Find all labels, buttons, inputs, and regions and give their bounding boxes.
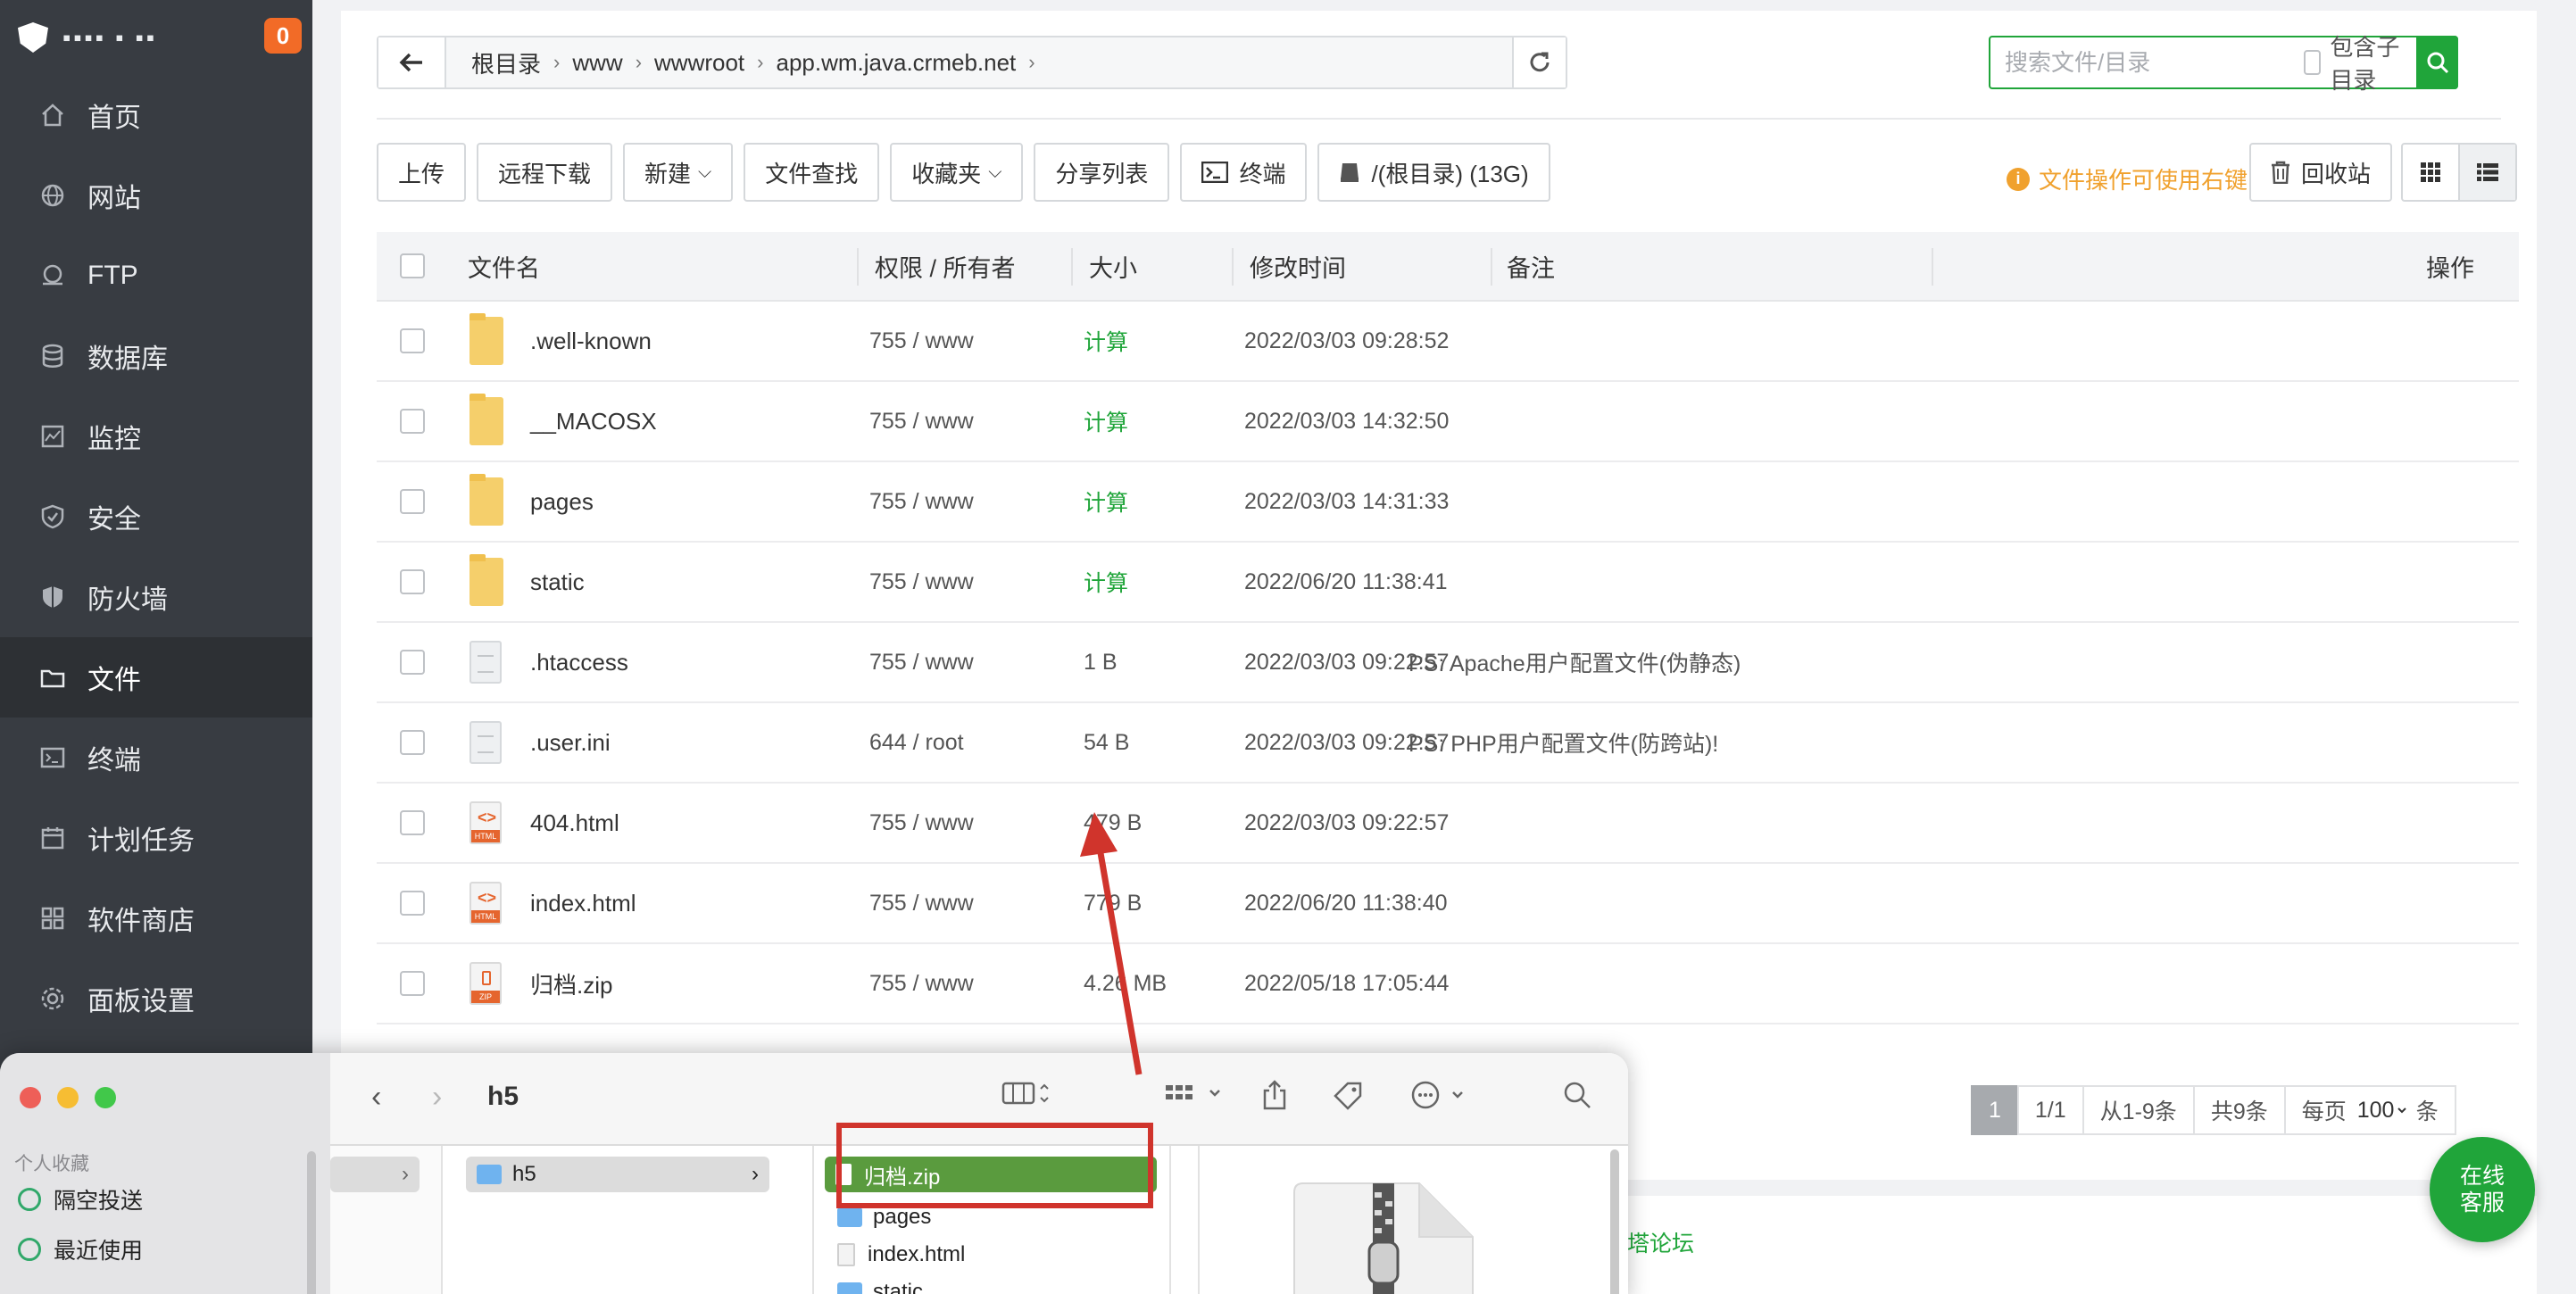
annotation-arrow-icon xyxy=(1080,812,1143,1075)
